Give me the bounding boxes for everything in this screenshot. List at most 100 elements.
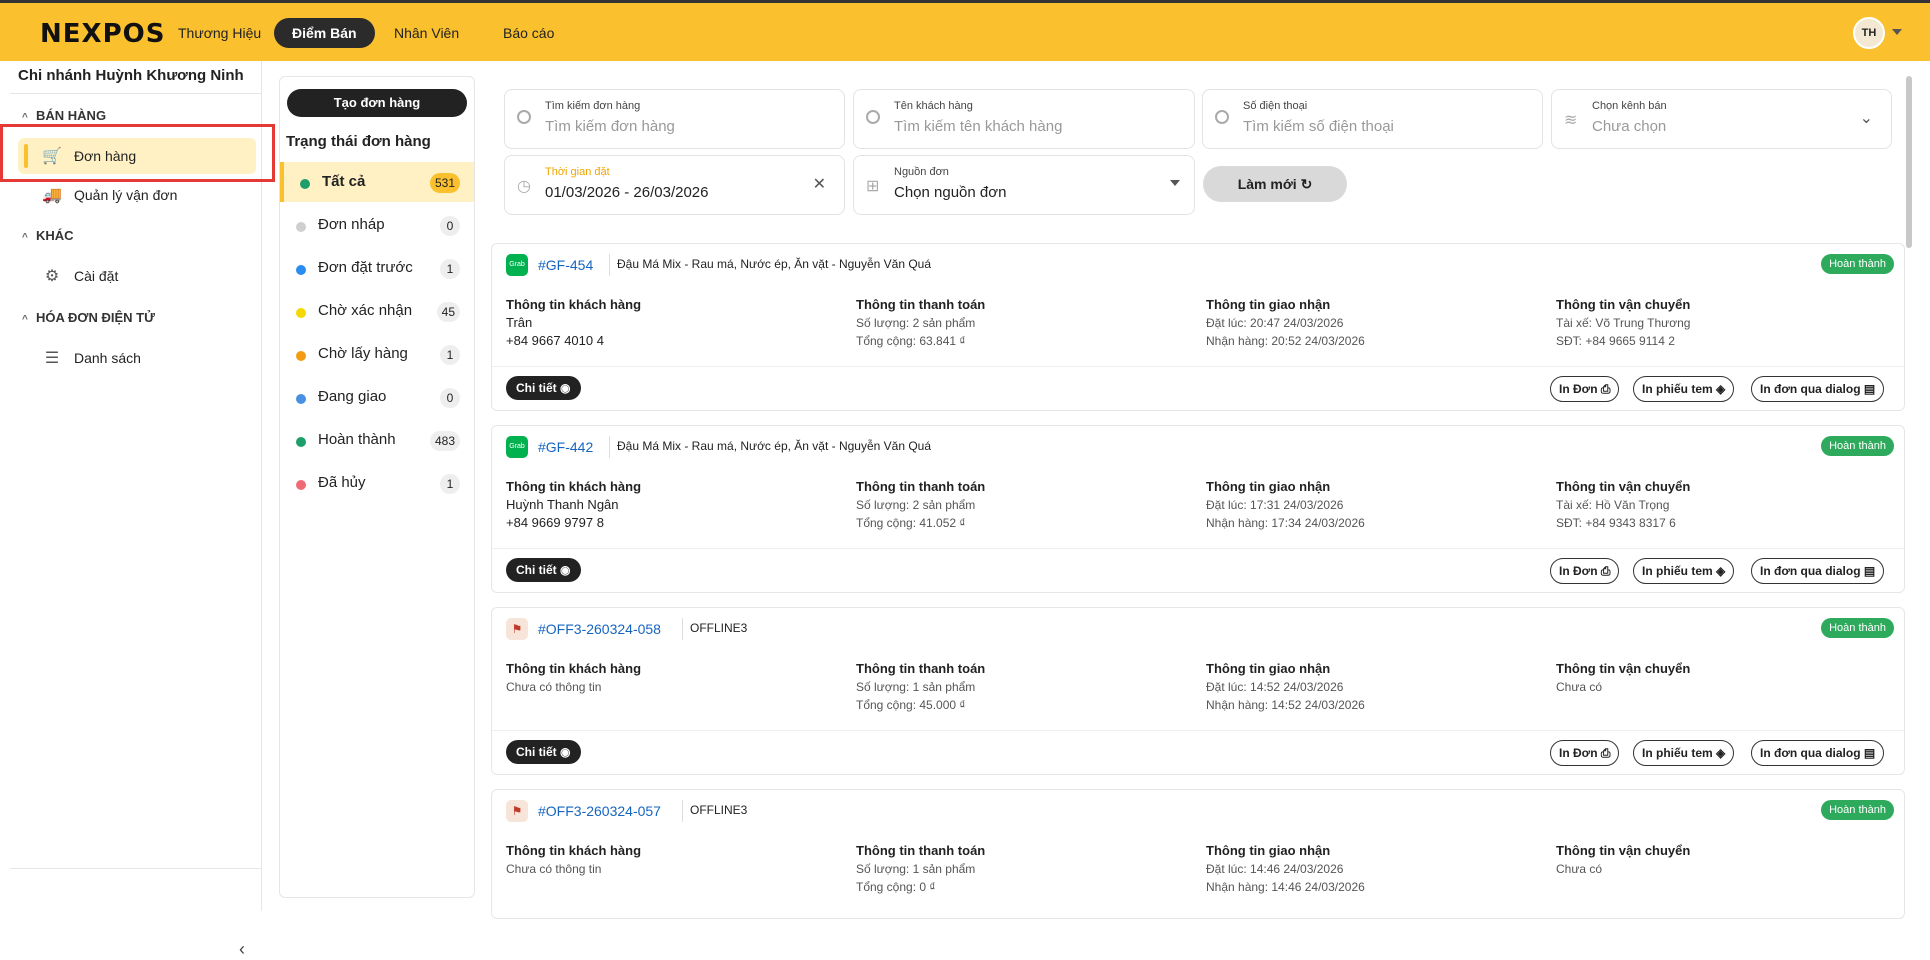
print-dialog-button[interactable]: In đơn qua dialog ▤ (1751, 558, 1885, 584)
print-order-button[interactable]: In Đơn ⎙ (1550, 376, 1620, 402)
status-item[interactable]: Đang giao 0 (280, 377, 474, 417)
customer-search-field[interactable]: Tên khách hàng Tìm kiếm tên khách hàng (853, 89, 1195, 149)
detail-button[interactable]: Chi tiết ◉ (506, 740, 581, 764)
group-ban-hang[interactable]: ^ BÁN HÀNG (22, 108, 106, 123)
section-title: Thông tin vận chuyển (1556, 297, 1691, 312)
sidebar-item-cai-dat[interactable]: ⚙ Cài đặt (18, 258, 256, 294)
offline-order-icon: ⚑ (506, 618, 528, 640)
printer-icon: ⎙ (1600, 382, 1611, 396)
total: Tổng cộng: 0 ₫ (856, 880, 936, 894)
status-panel: Tạo đơn hàng Trạng thái đơn hàng Tất cả 5… (279, 76, 475, 898)
nav-bao-cao[interactable]: Báo cáo (485, 18, 572, 48)
print-label-button[interactable]: In phiếu tem ◈ (1633, 558, 1735, 584)
status-count: 0 (440, 388, 460, 408)
source-select[interactable]: ⊞ Nguồn đơn Chọn nguồn đơn (853, 155, 1195, 215)
status-item[interactable]: Hoàn thành 483 (280, 420, 474, 460)
order-card: ⚑ #OFF3-260324-057 OFFLINE3 Hoàn thành Thông… (491, 789, 1905, 919)
nav-nhan-vien[interactable]: Nhân Viên (376, 18, 477, 48)
offline-order-icon: ⚑ (506, 800, 528, 822)
chevron-down-icon: ⌄ (1859, 110, 1873, 127)
section-title: Thông tin giao nhận (1206, 479, 1331, 494)
top-bar: NEXPOS Thương Hiệu Điểm Bán Nhân Viên Bá… (0, 0, 1930, 61)
sidebar-item-label: Cài đặt (74, 268, 119, 284)
quantity: Số lượng: 1 sản phẩm (856, 862, 976, 876)
print-order-button[interactable]: In Đơn ⎙ (1550, 558, 1620, 584)
order-code[interactable]: #GF-454 (538, 257, 593, 273)
shipping-info: Thông tin vận chuyển Chưa có (1556, 842, 1896, 878)
total: Tổng cộng: 41.052 ₫ (856, 516, 966, 530)
customer-name: Chưa có thông tin (506, 862, 602, 876)
print-dialog-button[interactable]: In đơn qua dialog ▤ (1751, 376, 1885, 402)
date-range-field[interactable]: ◷ Thời gian đặt 01/03/2026 - 26/03/2026 … (504, 155, 845, 215)
branch-name: Chi nhánh Huỳnh Khương Ninh (18, 67, 244, 84)
payment-info: Thông tin thanh toán Số lượng: 2 sản phẩm… (856, 478, 1196, 532)
section-title: Thông tin vận chuyển (1556, 479, 1691, 494)
nav-thuong-hieu[interactable]: Thương Hiệu (160, 18, 279, 48)
status-label: Đơn đặt trước (318, 259, 413, 276)
customer-phone: +84 9669 9797 8 (506, 515, 604, 530)
group-hoa-don-dien-tu[interactable]: ^ HÓA ĐƠN ĐIỆN TỬ (22, 310, 155, 325)
section-title: Thông tin thanh toán (856, 661, 986, 676)
nexpos-logo[interactable]: NEXPOS (40, 19, 165, 49)
status-dot (296, 351, 306, 361)
store-name: OFFLINE3 (690, 621, 748, 635)
status-item[interactable]: Đã hủy 1 (280, 463, 474, 503)
nav-diem-ban[interactable]: Điểm Bán (274, 18, 375, 48)
print-dialog-button[interactable]: In đơn qua dialog ▤ (1751, 740, 1885, 766)
status-count: 45 (436, 302, 460, 322)
chevron-down-icon[interactable] (1892, 29, 1902, 35)
delivery-info: Thông tin giao nhận Đặt lúc: 14:46 24/03/… (1206, 842, 1546, 896)
field-label: Tên khách hàng (894, 100, 973, 112)
field-label: Thời gian đặt (545, 166, 610, 178)
section-title: Thông tin khách hàng (506, 661, 642, 676)
status-dot (296, 222, 306, 232)
phone-search-input[interactable]: Tìm kiếm số điện thoại (1243, 118, 1394, 135)
customer-search-input[interactable]: Tìm kiếm tên khách hàng (894, 118, 1062, 135)
eye-icon: ◉ (560, 381, 571, 395)
status-item[interactable]: Tất cả 531 (280, 162, 474, 202)
tag-icon: ◈ (1716, 382, 1726, 396)
refresh-button[interactable]: Làm mới ↻ (1203, 166, 1347, 202)
total: Tổng cộng: 45.000 ₫ (856, 698, 966, 712)
clear-icon[interactable]: ✕ (813, 174, 826, 194)
detail-button[interactable]: Chi tiết ◉ (506, 376, 581, 400)
tag-icon: ◈ (1716, 746, 1726, 760)
order-code[interactable]: #OFF3-260324-057 (538, 803, 661, 819)
collapse-sidebar-icon[interactable]: ‹ (239, 939, 245, 960)
status-count: 531 (429, 173, 460, 193)
printer-icon: ⎙ (1600, 564, 1611, 578)
order-code[interactable]: #OFF3-260324-058 (538, 621, 661, 637)
print-label-button[interactable]: In phiếu tem ◈ (1633, 376, 1735, 402)
driver: Chưa có (1556, 680, 1603, 694)
order-search-field[interactable]: Tìm kiếm đơn hàng Tìm kiếm đơn hàng (504, 89, 845, 149)
print-order-button[interactable]: In Đơn ⎙ (1550, 740, 1620, 766)
status-badge: Hoàn thành (1821, 254, 1894, 274)
status-item[interactable]: Đơn đặt trước 1 (280, 248, 474, 288)
divider (10, 93, 262, 94)
status-item[interactable]: Chờ xác nhận 45 (280, 291, 474, 331)
highlight-box (0, 124, 275, 182)
refresh-icon: ↻ (1300, 176, 1313, 192)
group-khac[interactable]: ^ KHÁC (22, 228, 74, 243)
detail-button[interactable]: Chi tiết ◉ (506, 558, 581, 582)
sidebar-item-danh-sach[interactable]: ☰ Danh sách (18, 340, 256, 376)
sidebar-item-quan-ly-van-don[interactable]: 🚚 Quản lý vận đơn (18, 177, 256, 213)
status-dot (296, 265, 306, 275)
order-code[interactable]: #GF-442 (538, 439, 593, 455)
user-avatar[interactable]: TH (1853, 17, 1885, 49)
print-label-button[interactable]: In phiếu tem ◈ (1633, 740, 1735, 766)
status-item[interactable]: Đơn nháp 0 (280, 205, 474, 245)
scrollbar[interactable] (1906, 76, 1912, 248)
divider (492, 366, 1904, 367)
phone-search-field[interactable]: Số điện thoại Tìm kiếm số điện thoại (1202, 89, 1543, 149)
status-dot (300, 179, 310, 189)
order-search-input[interactable]: Tìm kiếm đơn hàng (545, 118, 675, 135)
store-name: OFFLINE3 (690, 803, 748, 817)
customer-phone: +84 9667 4010 4 (506, 333, 604, 348)
status-item[interactable]: Chờ lấy hàng 1 (280, 334, 474, 374)
channel-select[interactable]: ≋ Chọn kênh bán Chưa chọn ⌄ (1551, 89, 1892, 149)
status-badge: Hoàn thành (1821, 436, 1894, 456)
delivery-info: Thông tin giao nhận Đặt lúc: 17:31 24/03/… (1206, 478, 1546, 532)
delivery-info: Thông tin giao nhận Đặt lúc: 20:47 24/03/… (1206, 296, 1546, 350)
create-order-button[interactable]: Tạo đơn hàng (287, 89, 467, 117)
